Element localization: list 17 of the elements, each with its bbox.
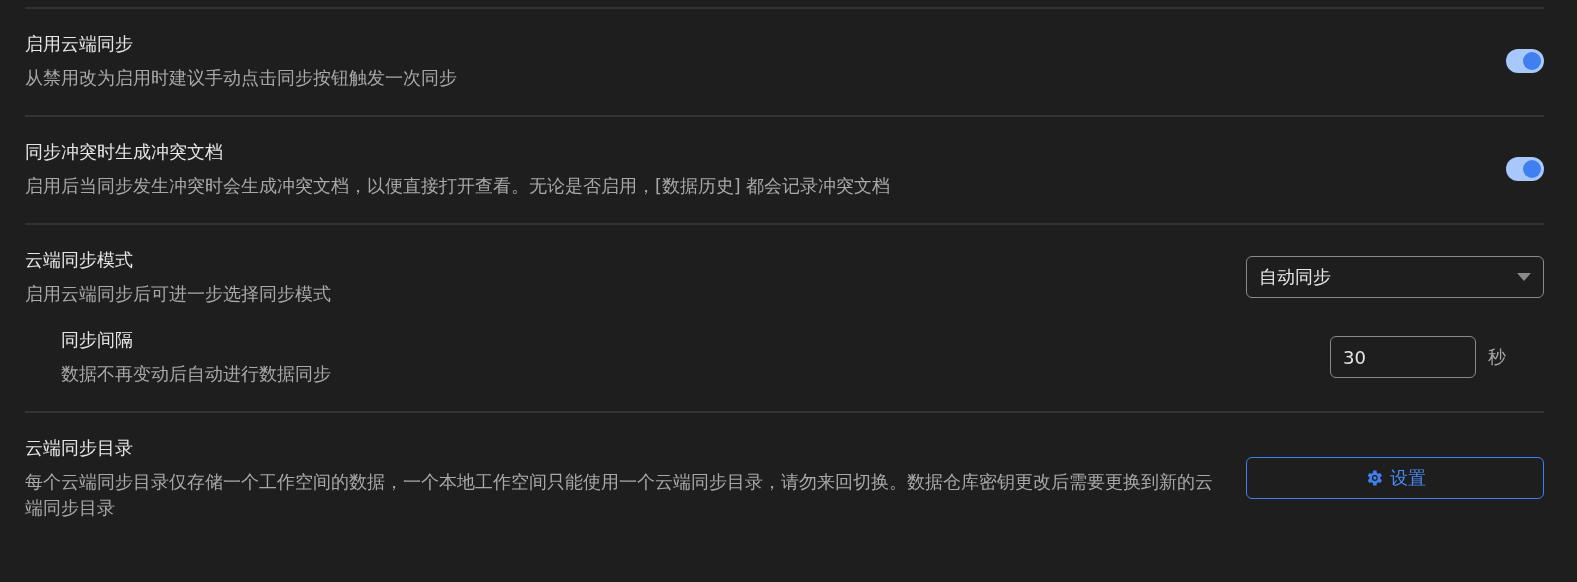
interval-field[interactable]: 30 [1330,336,1476,378]
caret-icon [1517,273,1531,281]
setting-description: 启用后当同步发生冲突时会生成冲突文档，以便直接打开查看。无论是否启用，[数据历史] 都会记录冲突文档 [25,175,891,198]
setting-description: 从禁用改为启用时建议手动点击同步按钮触发一次同步 [25,67,457,90]
setting-description: 数据不再变动后自动进行数据同步 [61,363,331,386]
toggle-switch[interactable] [1506,49,1544,73]
setting-title: 云端同步模式 [25,248,134,272]
setting-description: 启用云端同步后可进一步选择同步模式 [25,283,331,306]
setting-title: 云端同步目录 [25,436,134,460]
settings-button[interactable]: 设置 [1246,457,1544,499]
setting-description: 每个云端同步目录仅存储一个工作空间的数据，一个本地工作空间只能使用一个云端同步目录，请勿来回切换。数据仓库密钥更改后需要更换到新的云端同步目录 [25,471,1214,520]
unit-label: 秒 [1488,345,1506,369]
setting-title: 同步冲突时生成冲突文档 [25,140,224,164]
setting-title: 同步间隔 [61,328,134,352]
mode-dropdown[interactable]: 自动同步 [1246,256,1544,298]
setting-title: 启用云端同步 [25,32,134,56]
toggle-switch[interactable] [1506,157,1544,181]
